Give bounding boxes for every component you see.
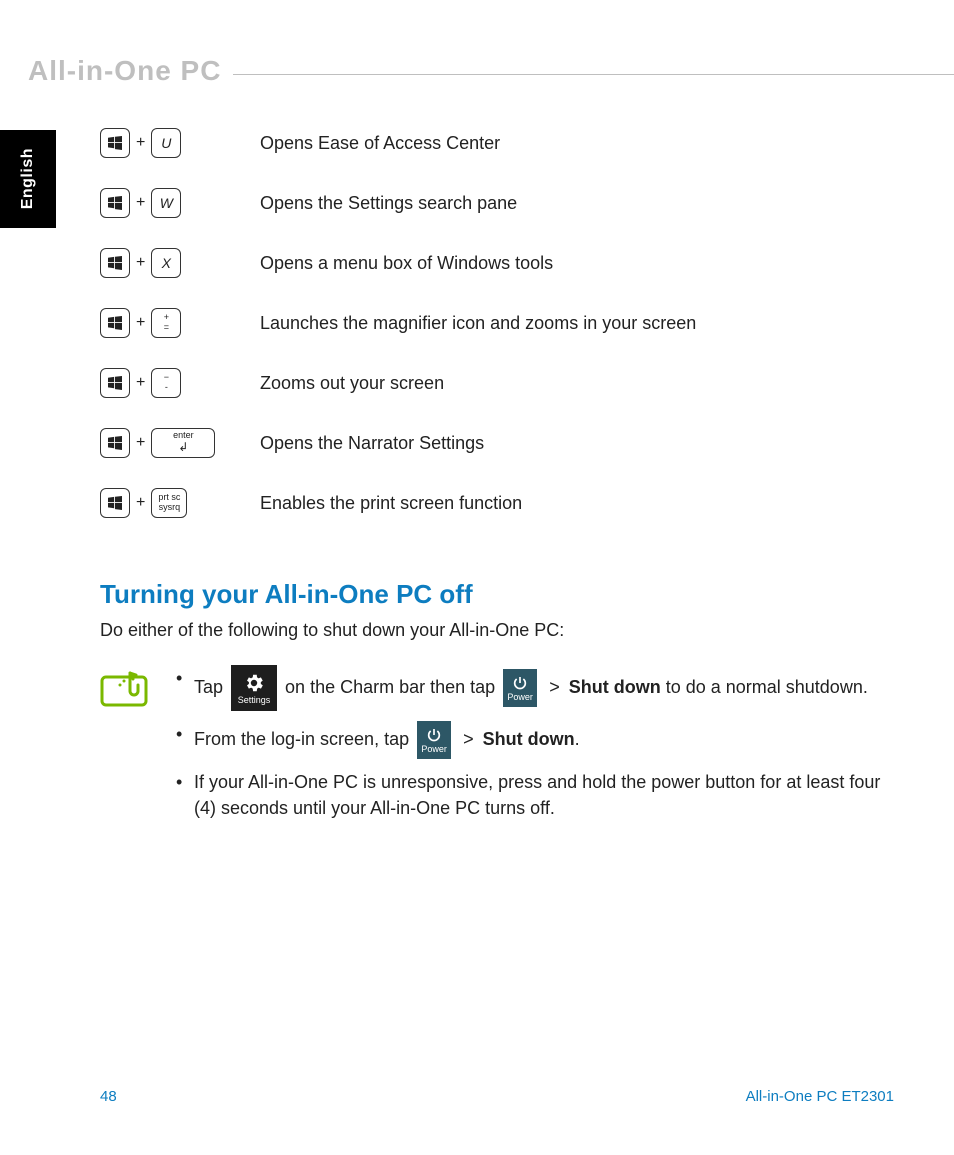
step-text: Tap xyxy=(194,677,228,697)
chevron-text: > xyxy=(549,677,565,697)
shortcut-row: + += Launches the magnifier icon and zoo… xyxy=(100,305,894,341)
key-minus: −- xyxy=(151,368,181,398)
key-plus-equals: += xyxy=(151,308,181,338)
step-text: From the log-in screen, tap xyxy=(194,729,414,749)
header-title: All-in-One PC xyxy=(0,55,233,87)
language-label: English xyxy=(19,148,37,209)
power-icon-label: Power xyxy=(421,745,447,754)
plus-icon: + xyxy=(136,494,145,512)
windows-key-icon xyxy=(100,308,130,338)
windows-key-icon xyxy=(100,128,130,158)
footer-model: All-in-One PC ET2301 xyxy=(746,1088,894,1105)
key-w: W xyxy=(151,188,181,218)
step-text: . xyxy=(575,729,580,749)
plus-icon: + xyxy=(136,254,145,272)
shutdown-steps: Tap Settings on the Charm bar then tap P… xyxy=(176,665,894,831)
plus-icon: + xyxy=(136,374,145,392)
step-item: From the log-in screen, tap Power > Shut… xyxy=(176,721,894,759)
page-number: 48 xyxy=(100,1088,117,1105)
shortcut-desc: Opens the Settings search pane xyxy=(260,193,517,214)
shortcut-keys: + W xyxy=(100,188,260,218)
section-heading: Turning your All-in-One PC off xyxy=(100,579,894,610)
key-enter: enter↲ xyxy=(151,428,215,458)
shortcut-desc: Opens a menu box of Windows tools xyxy=(260,253,553,274)
shortcut-keys: + X xyxy=(100,248,260,278)
windows-key-icon xyxy=(100,488,130,518)
shortcut-row: + enter↲ Opens the Narrator Settings xyxy=(100,425,894,461)
shortcut-row: + W Opens the Settings search pane xyxy=(100,185,894,221)
step-item: Tap Settings on the Charm bar then tap P… xyxy=(176,665,894,711)
plus-icon: + xyxy=(136,194,145,212)
shortcut-row: + U Opens Ease of Access Center xyxy=(100,125,894,161)
key-x: X xyxy=(151,248,181,278)
plus-icon: + xyxy=(136,134,145,152)
page-header: All-in-One PC xyxy=(0,56,954,86)
windows-key-icon xyxy=(100,188,130,218)
step-text: to do a normal shutdown. xyxy=(661,677,868,697)
shutdown-steps-block: Tap Settings on the Charm bar then tap P… xyxy=(100,665,894,831)
section-intro: Do either of the following to shut down … xyxy=(100,620,894,641)
key-u: U xyxy=(151,128,181,158)
shortcut-desc: Opens the Narrator Settings xyxy=(260,433,484,454)
windows-key-icon xyxy=(100,428,130,458)
shortcut-row: + X Opens a menu box of Windows tools xyxy=(100,245,894,281)
header-rule xyxy=(233,74,954,75)
page-content: + U Opens Ease of Access Center + W Open… xyxy=(100,125,894,831)
shortcut-keys: + enter↲ xyxy=(100,428,260,458)
key-prtsc: prt scsysrq xyxy=(151,488,187,518)
step-item: If your All-in-One PC is unresponsive, p… xyxy=(176,769,894,821)
step-text: If your All-in-One PC is unresponsive, p… xyxy=(194,772,880,818)
chevron-text: > xyxy=(463,729,479,749)
language-tab: English xyxy=(0,130,56,228)
plus-icon: + xyxy=(136,434,145,452)
windows-key-icon xyxy=(100,248,130,278)
shortcut-desc: Zooms out your screen xyxy=(260,373,444,394)
windows-key-icon xyxy=(100,368,130,398)
settings-icon-label: Settings xyxy=(238,696,271,705)
shortcut-row: + prt scsysrq Enables the print screen f… xyxy=(100,485,894,521)
touch-gesture-icon xyxy=(100,665,156,831)
power-icon: Power xyxy=(417,721,451,759)
shut-down-label: Shut down xyxy=(569,677,661,697)
power-icon-label: Power xyxy=(507,693,533,702)
shortcut-row: + −- Zooms out your screen xyxy=(100,365,894,401)
shortcut-keys: + prt scsysrq xyxy=(100,488,260,518)
shortcut-keys: + += xyxy=(100,308,260,338)
shortcut-desc: Launches the magnifier icon and zooms in… xyxy=(260,313,696,334)
page-footer: 48 All-in-One PC ET2301 xyxy=(100,1088,894,1105)
step-text: on the Charm bar then tap xyxy=(285,677,500,697)
shortcut-keys: + −- xyxy=(100,368,260,398)
shut-down-label: Shut down xyxy=(483,729,575,749)
settings-charm-icon: Settings xyxy=(231,665,277,711)
shortcut-keys: + U xyxy=(100,128,260,158)
power-icon: Power xyxy=(503,669,537,707)
shortcut-desc: Enables the print screen function xyxy=(260,493,522,514)
shortcut-desc: Opens Ease of Access Center xyxy=(260,133,500,154)
plus-icon: + xyxy=(136,314,145,332)
